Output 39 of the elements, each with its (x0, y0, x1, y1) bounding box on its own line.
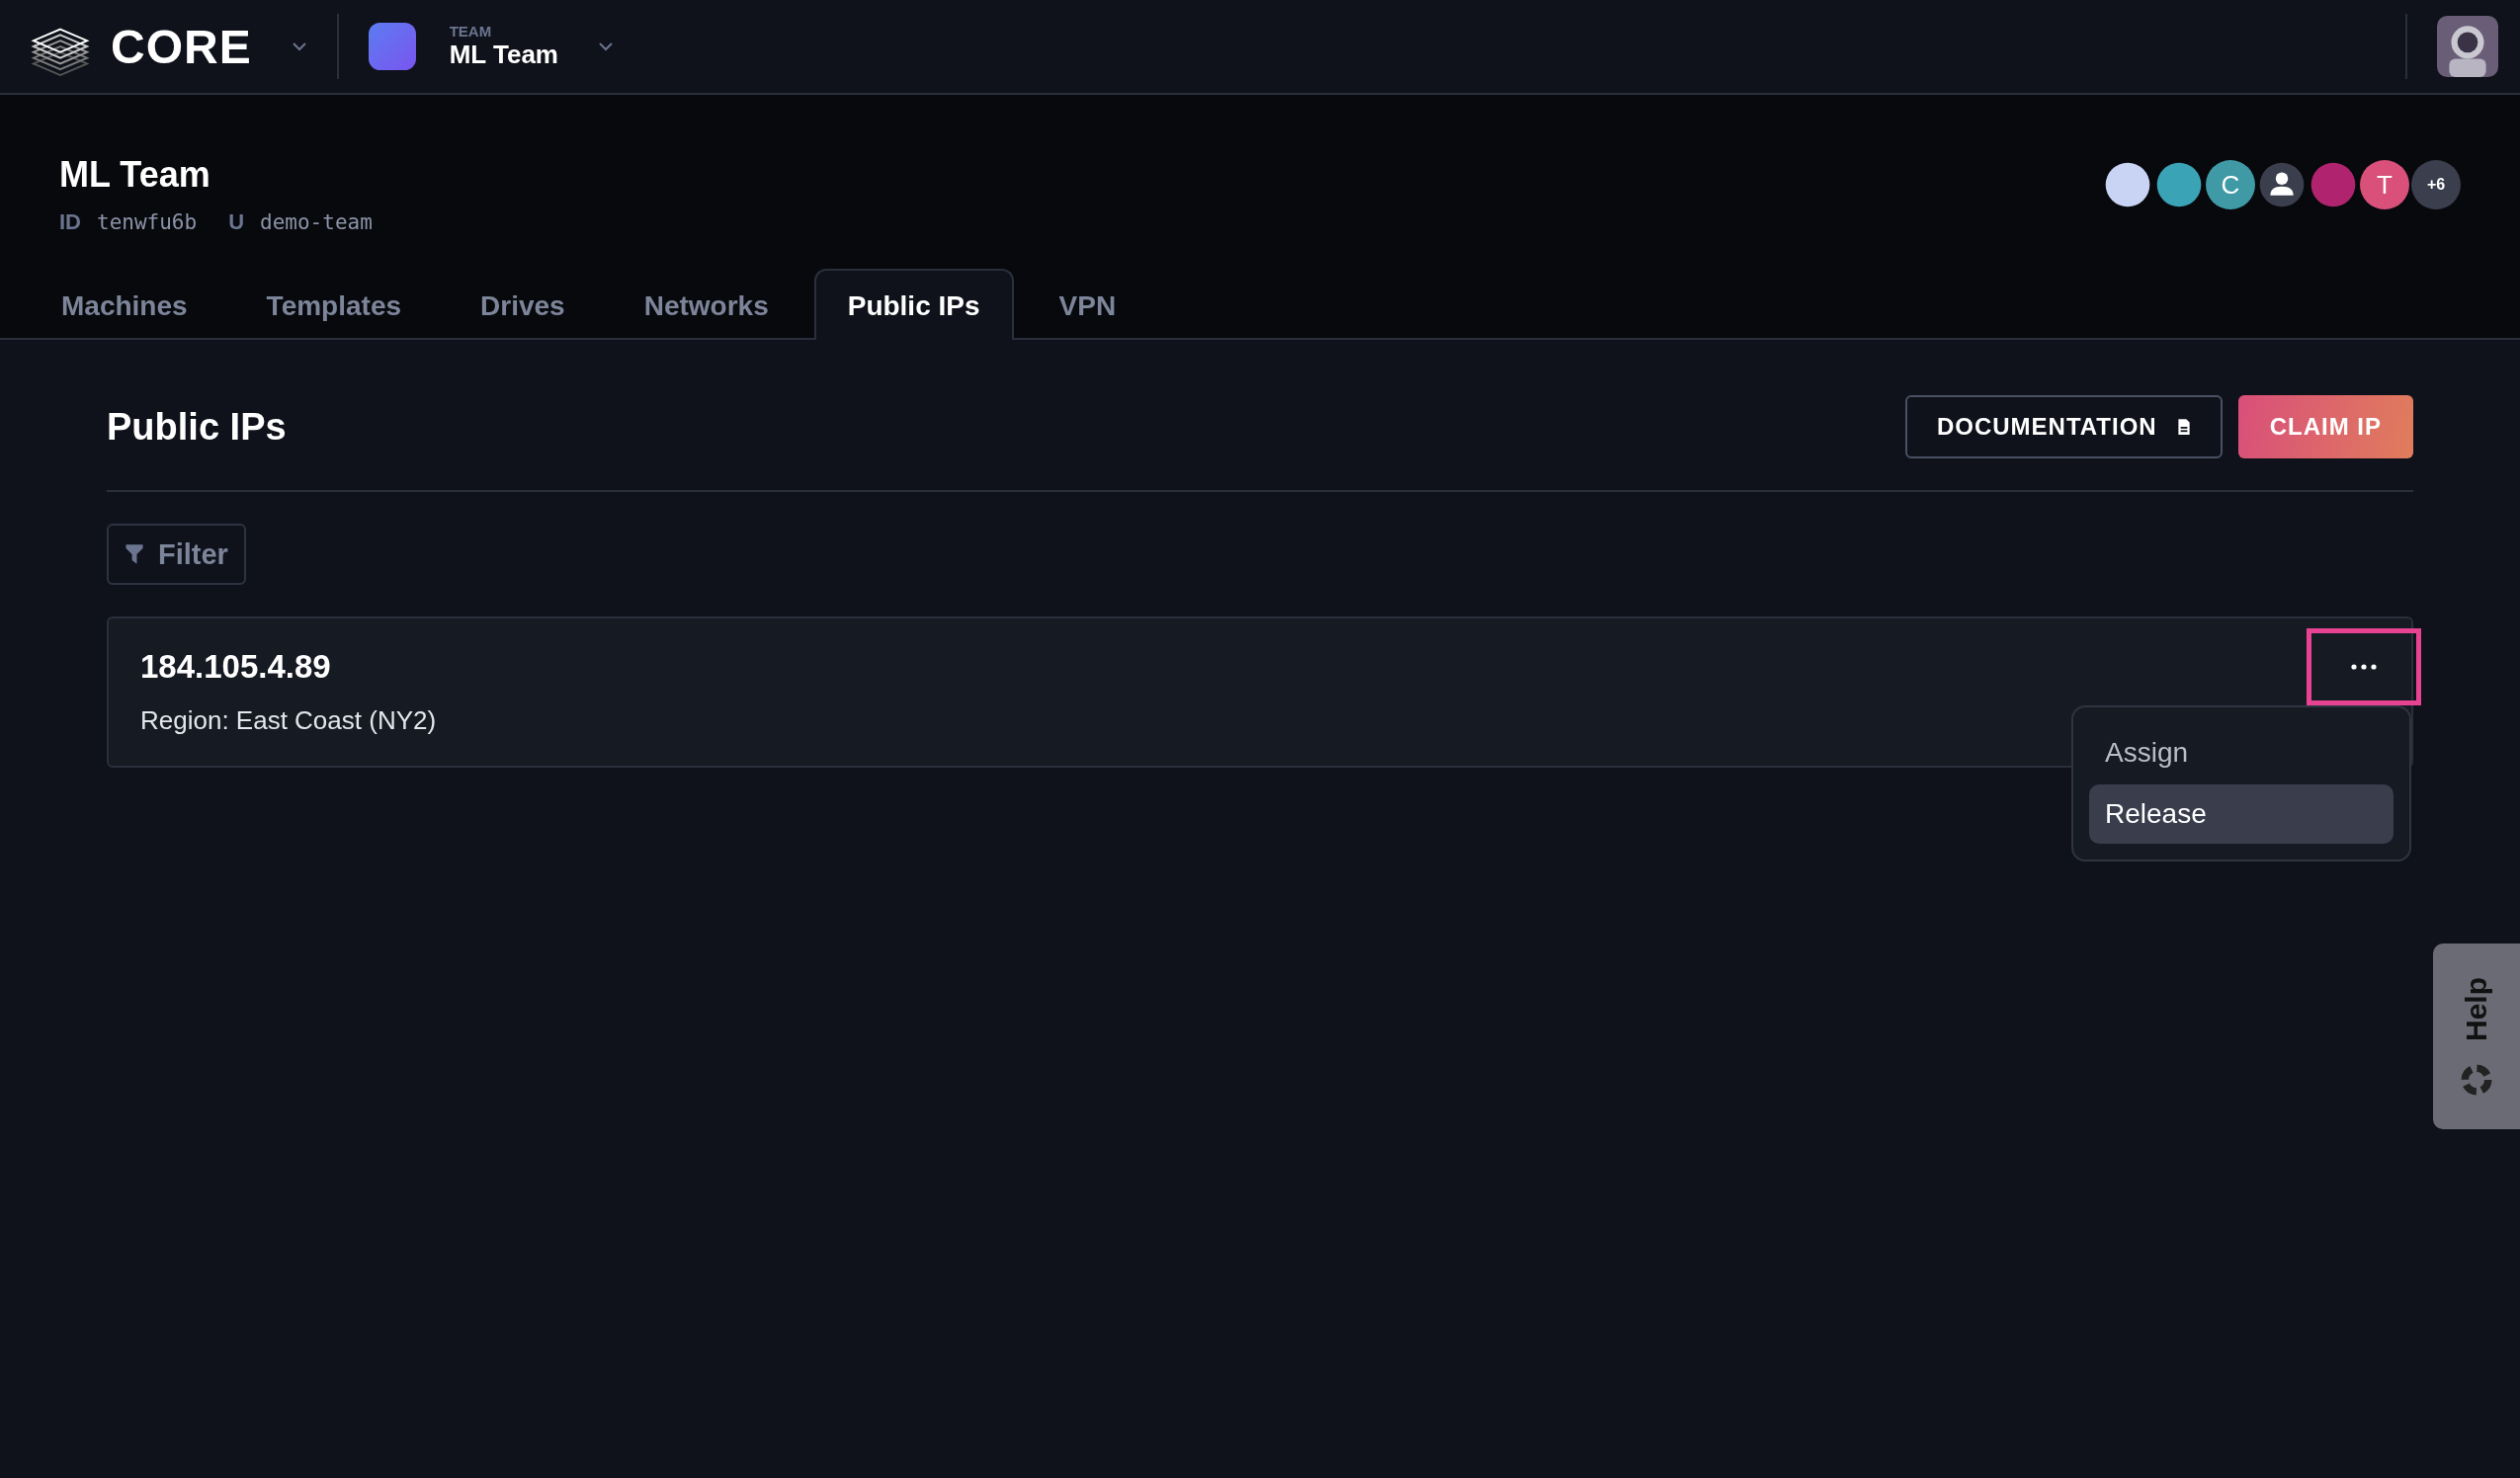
member-avatar[interactable]: C (2206, 160, 2255, 209)
more-button[interactable] (2307, 628, 2421, 705)
ip-region: Region: East Coast (NY2) (140, 705, 437, 736)
brand-name: CORE (111, 19, 252, 74)
member-avatar[interactable]: T (2360, 160, 2409, 209)
tab[interactable]: Machines (28, 269, 221, 340)
id-value: tenwfu6b (97, 210, 198, 234)
claim-button[interactable]: CLAIM IP (2237, 395, 2413, 458)
slug-value: demo-team (260, 210, 373, 234)
tab[interactable]: VPN (1025, 269, 1150, 340)
tab[interactable]: Drives (447, 269, 599, 340)
documentation-button[interactable]: DOCUMENTATION (1904, 395, 2223, 458)
funnel-icon (125, 543, 144, 565)
more-members-badge[interactable]: +6 (2411, 160, 2461, 209)
filter-button[interactable]: Filter (107, 524, 246, 585)
user-avatar[interactable] (2437, 16, 2498, 77)
menu-item[interactable]: Assign (2089, 723, 2394, 782)
menu-item[interactable]: Release (2089, 784, 2394, 844)
ip-address: 184.105.4.89 (140, 648, 331, 686)
document-icon (2176, 418, 2191, 436)
tab[interactable]: Public IPs (813, 269, 1014, 340)
member-avatar[interactable] (2154, 160, 2204, 209)
team-title: ML Team (59, 154, 211, 196)
slug-label: U (228, 209, 245, 235)
help-tab[interactable]: Help (2433, 944, 2520, 1129)
team-icon (368, 23, 416, 70)
team-name: ML Team (449, 40, 558, 70)
id-label: ID (59, 209, 81, 235)
chevron-down-icon[interactable] (598, 41, 614, 51)
lifebuoy-icon (2461, 1063, 2492, 1096)
member-avatar[interactable] (2103, 160, 2152, 209)
tab[interactable]: Networks (610, 269, 802, 340)
page-title: Public IPs (107, 405, 287, 449)
chevron-down-icon[interactable] (291, 41, 307, 51)
member-avatar[interactable] (2257, 160, 2307, 209)
help-label: Help (2460, 977, 2493, 1042)
team-label: TEAM (449, 23, 493, 40)
tab[interactable]: Templates (232, 269, 436, 340)
ellipsis-icon (2351, 664, 2377, 670)
